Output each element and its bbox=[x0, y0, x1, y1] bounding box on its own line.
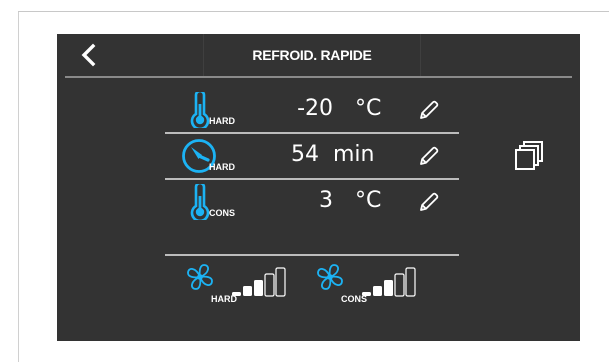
fan-level-bar bbox=[264, 273, 275, 297]
fan-level-bar bbox=[405, 267, 416, 297]
copy-layers-icon[interactable] bbox=[513, 140, 545, 172]
row-sub-label: HARD bbox=[209, 162, 235, 172]
fan-speed-bars bbox=[362, 267, 416, 297]
header-title-box: REFROID. RAPIDE bbox=[203, 34, 421, 76]
fan-level-bar bbox=[362, 292, 371, 296]
pencil-icon[interactable] bbox=[417, 98, 441, 122]
setpoint-unit: °C bbox=[355, 188, 382, 213]
setpoint-unit: min bbox=[333, 142, 375, 167]
fan-icon bbox=[317, 264, 343, 290]
thermometer-icon bbox=[190, 184, 210, 220]
setpoint-value: -20 bbox=[297, 96, 333, 121]
setpoint-row-temperature-cons: CONS 3 °C bbox=[165, 182, 459, 222]
page-title: REFROID. RAPIDE bbox=[252, 47, 372, 63]
fan-speed-bars bbox=[232, 267, 286, 297]
device-screen: REFROID. RAPIDE HARD -20 °C HARD 54 min bbox=[57, 34, 580, 341]
fan-icon bbox=[187, 264, 213, 290]
row-divider bbox=[165, 132, 459, 134]
chevron-left-icon bbox=[81, 43, 96, 67]
setpoint-value: 3 bbox=[319, 188, 333, 213]
fan-level-bar bbox=[254, 280, 263, 296]
back-button[interactable] bbox=[57, 34, 121, 76]
header-divider bbox=[65, 76, 572, 78]
fan-level-bar bbox=[243, 286, 252, 296]
fan-level-bar bbox=[232, 292, 241, 296]
outer-frame-top bbox=[18, 0, 609, 12]
row-divider bbox=[165, 254, 459, 256]
fan-level-bar bbox=[384, 280, 393, 296]
setpoint-row-temperature-hard: HARD -20 °C bbox=[165, 90, 459, 130]
fan-level-bar bbox=[275, 267, 286, 297]
pencil-icon[interactable] bbox=[417, 190, 441, 214]
row-divider bbox=[165, 178, 459, 180]
fan-level-bar bbox=[394, 273, 405, 297]
fan-level-bar bbox=[373, 286, 382, 296]
thermometer-icon bbox=[190, 92, 210, 128]
setpoint-value: 54 bbox=[291, 142, 319, 167]
outer-frame-left bbox=[18, 12, 19, 362]
fan-speed-hard[interactable]: HARD bbox=[185, 260, 317, 308]
header-bar: REFROID. RAPIDE bbox=[57, 34, 580, 76]
setpoint-unit: °C bbox=[355, 96, 382, 121]
row-sub-label: CONS bbox=[209, 208, 236, 218]
setpoint-row-duration-hard: HARD 54 min bbox=[165, 136, 459, 176]
fan-speed-cons[interactable]: CONS bbox=[315, 260, 447, 308]
pencil-icon[interactable] bbox=[417, 144, 441, 168]
row-sub-label: HARD bbox=[209, 116, 235, 126]
